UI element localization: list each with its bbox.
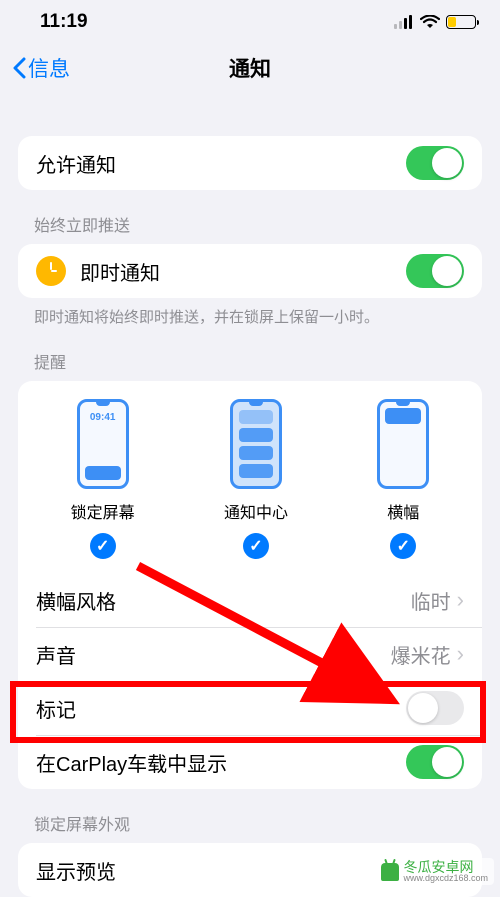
clock-icon bbox=[36, 256, 66, 286]
chevron-left-icon bbox=[12, 57, 26, 79]
alert-center-label: 通知中心 bbox=[224, 499, 288, 523]
android-icon bbox=[381, 863, 399, 881]
allow-notifications-row[interactable]: 允许通知 bbox=[18, 136, 482, 190]
sound-label: 声音 bbox=[36, 640, 391, 669]
phone-preview-banner bbox=[377, 399, 429, 489]
timely-header: 始终立即推送 bbox=[34, 212, 466, 236]
badge-toggle[interactable] bbox=[406, 691, 464, 725]
badge-label: 标记 bbox=[36, 694, 406, 723]
watermark: 冬瓜安卓网 www.dgxcdz168.com bbox=[375, 858, 494, 885]
banner-style-label: 横幅风格 bbox=[36, 586, 411, 615]
carplay-label: 在CarPlay车载中显示 bbox=[36, 748, 406, 777]
phone-preview-center bbox=[230, 399, 282, 489]
chevron-right-icon: › bbox=[457, 587, 464, 613]
page-title: 通知 bbox=[0, 53, 500, 83]
check-icon: ✓ bbox=[90, 533, 116, 559]
watermark-url: www.dgxcdz168.com bbox=[403, 874, 488, 883]
allow-toggle[interactable] bbox=[406, 146, 464, 180]
check-icon: ✓ bbox=[243, 533, 269, 559]
allow-label: 允许通知 bbox=[36, 149, 406, 178]
sound-value: 爆米花 bbox=[391, 640, 451, 669]
status-time: 11:19 bbox=[40, 11, 88, 33]
alert-option-lockscreen[interactable]: 09:41 锁定屏幕 ✓ bbox=[71, 399, 135, 559]
carplay-row[interactable]: 在CarPlay车载中显示 bbox=[18, 735, 482, 789]
check-icon: ✓ bbox=[390, 533, 416, 559]
banner-style-row[interactable]: 横幅风格 临时 › bbox=[18, 573, 482, 627]
status-icons bbox=[394, 15, 476, 29]
alerts-options: 09:41 锁定屏幕 ✓ 通知中心 ✓ 横幅 ✓ bbox=[18, 381, 482, 573]
timely-toggle[interactable] bbox=[406, 254, 464, 288]
badge-row[interactable]: 标记 bbox=[18, 681, 482, 735]
timely-footer: 即时通知将始终即时推送，并在锁屏上保留一小时。 bbox=[34, 306, 466, 327]
watermark-text: 冬瓜安卓网 bbox=[403, 860, 488, 874]
alert-option-banner[interactable]: 横幅 ✓ bbox=[377, 399, 429, 559]
timely-row[interactable]: 即时通知 bbox=[18, 244, 482, 298]
alert-option-center[interactable]: 通知中心 ✓ bbox=[224, 399, 288, 559]
cellular-icon bbox=[394, 15, 414, 29]
chevron-right-icon: › bbox=[457, 641, 464, 667]
alerts-header: 提醒 bbox=[34, 349, 466, 373]
wifi-icon bbox=[420, 15, 440, 29]
alert-banner-label: 横幅 bbox=[387, 499, 419, 523]
status-bar: 11:19 bbox=[0, 0, 500, 44]
allow-group: 允许通知 bbox=[18, 136, 482, 190]
timely-label: 即时通知 bbox=[80, 257, 406, 286]
lockscreen-header: 锁定屏幕外观 bbox=[34, 811, 466, 835]
sound-row[interactable]: 声音 爆米花 › bbox=[18, 627, 482, 681]
banner-style-value: 临时 bbox=[411, 586, 451, 615]
battery-icon bbox=[446, 15, 476, 29]
timely-group: 即时通知 bbox=[18, 244, 482, 298]
back-label: 信息 bbox=[28, 53, 70, 83]
alert-lock-label: 锁定屏幕 bbox=[71, 499, 135, 523]
nav-bar: 信息 通知 bbox=[0, 44, 500, 92]
phone-preview-lock: 09:41 bbox=[77, 399, 129, 489]
alerts-group: 09:41 锁定屏幕 ✓ 通知中心 ✓ 横幅 ✓ 横幅风格 临时 › 声音 爆米… bbox=[18, 381, 482, 789]
carplay-toggle[interactable] bbox=[406, 745, 464, 779]
back-button[interactable]: 信息 bbox=[0, 53, 70, 83]
